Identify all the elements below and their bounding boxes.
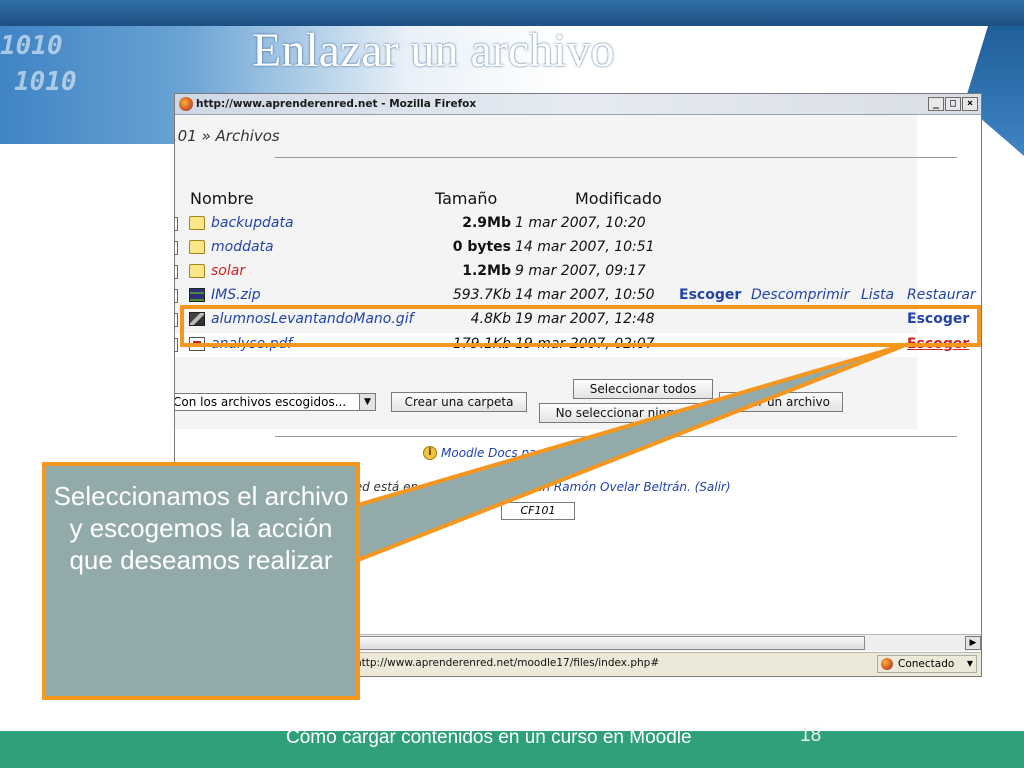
select-all-button[interactable]: Seleccionar todos [573, 379, 713, 399]
login-prefix: Usted está en el sistema como [335, 480, 521, 494]
column-header-size: Tamaño [435, 189, 498, 208]
table-row: moddata 0 bytes 14 mar 2007, 10:51 [175, 236, 981, 260]
file-date: 14 mar 2007, 10:51 [515, 239, 655, 255]
maximize-button[interactable]: □ [945, 97, 961, 111]
create-folder-button[interactable]: Crear una carpeta [391, 392, 527, 412]
window-controls: _ □ × [928, 97, 978, 111]
column-header-modified: Modificado [575, 189, 662, 208]
zip-file-icon [189, 288, 205, 302]
callout-box: Seleccionamos el archivo y escogemos la … [42, 462, 360, 700]
row-checkbox[interactable] [175, 217, 178, 231]
connection-status-label: Conectado [898, 658, 955, 670]
table-row: solar 1.2Mb 9 mar 2007, 09:17 [175, 260, 981, 284]
close-button[interactable]: × [962, 97, 978, 111]
chevron-down-icon[interactable]: ▼ [359, 394, 375, 410]
folder-icon [189, 240, 205, 254]
status-url: http://www.aprenderenred.net/moodle17/fi… [355, 657, 660, 669]
row-checkbox[interactable] [175, 313, 178, 327]
info-icon: i [423, 446, 437, 460]
window-title: http://www.aprenderenred.net - Mozilla F… [196, 98, 477, 110]
list-action-link[interactable]: Lista [861, 287, 894, 303]
file-date: 14 mar 2007, 10:50 [515, 287, 655, 303]
folder-icon [189, 264, 205, 278]
upload-file-button[interactable]: Subir un archivo [719, 392, 843, 412]
selected-row-highlight [180, 305, 981, 347]
moodle-docs-link[interactable]: Moodle Docs para esta página [441, 446, 623, 460]
slide-top-bar [0, 0, 1024, 26]
file-date: 1 mar 2007, 10:20 [515, 215, 646, 231]
minimize-button[interactable]: _ [928, 97, 944, 111]
course-home-button[interactable]: CF101 [501, 502, 575, 520]
unzip-action-link[interactable]: Descomprimir [751, 287, 849, 303]
slide-title: Enlazar un archivo [252, 24, 615, 77]
choose-action-link[interactable]: Escoger [679, 287, 741, 303]
folder-icon [189, 216, 205, 230]
slide-page-number: 18 [800, 725, 822, 746]
chevron-down-icon[interactable]: ▼ [967, 656, 973, 672]
select-none-button[interactable]: No seleccionar ninguno [539, 403, 713, 423]
user-profile-link[interactable]: Juan Ramón Ovelar Beltrán. [524, 480, 691, 494]
file-date: 9 mar 2007, 09:17 [515, 263, 646, 279]
logout-link[interactable]: (Salir) [695, 480, 731, 494]
page-content: CF101 » Archivos Nombre Tamaño Modificad… [174, 115, 981, 437]
row-checkbox[interactable] [175, 241, 178, 255]
divider [275, 157, 957, 158]
row-checkbox[interactable] [175, 338, 178, 352]
row-checkbox[interactable] [175, 265, 178, 279]
file-size: 0 bytes [452, 239, 511, 255]
row-checkbox[interactable] [175, 289, 178, 303]
connection-status[interactable]: Conectado ▼ [877, 655, 977, 673]
binary-decoration: 1010 1010 [0, 28, 77, 100]
globe-icon [881, 658, 893, 670]
column-header-name: Nombre [190, 189, 254, 208]
file-name-link[interactable]: backupdata [211, 215, 294, 231]
scroll-right-icon[interactable]: ▶ [965, 636, 981, 650]
with-selected-value: Con los archivos escogidos... [174, 395, 347, 409]
divider [275, 436, 957, 437]
login-info: Usted está en el sistema como Juan Ramón… [335, 480, 731, 494]
binary-row: 1010 [0, 31, 63, 61]
slide-footer-text: Cómo cargar contenidos en un curso en Mo… [286, 727, 692, 748]
binary-row: 1010 [14, 67, 77, 97]
file-name-link[interactable]: moddata [211, 239, 274, 255]
with-selected-dropdown[interactable]: Con los archivos escogidos... ▼ [174, 393, 376, 411]
table-row: backupdata 2.9Mb 1 mar 2007, 10:20 [175, 212, 981, 236]
file-name-link[interactable]: IMS.zip [211, 287, 261, 303]
file-size: 2.9Mb [462, 215, 511, 231]
file-size: 1.2Mb [462, 263, 511, 279]
file-name-link[interactable]: solar [211, 263, 245, 279]
breadcrumb[interactable]: CF101 » Archivos [175, 127, 280, 145]
file-size: 593.7Kb [452, 287, 511, 303]
window-titlebar: http://www.aprenderenred.net - Mozilla F… [175, 94, 981, 115]
firefox-icon [179, 97, 193, 111]
restore-action-link[interactable]: Restaurar [907, 287, 976, 303]
